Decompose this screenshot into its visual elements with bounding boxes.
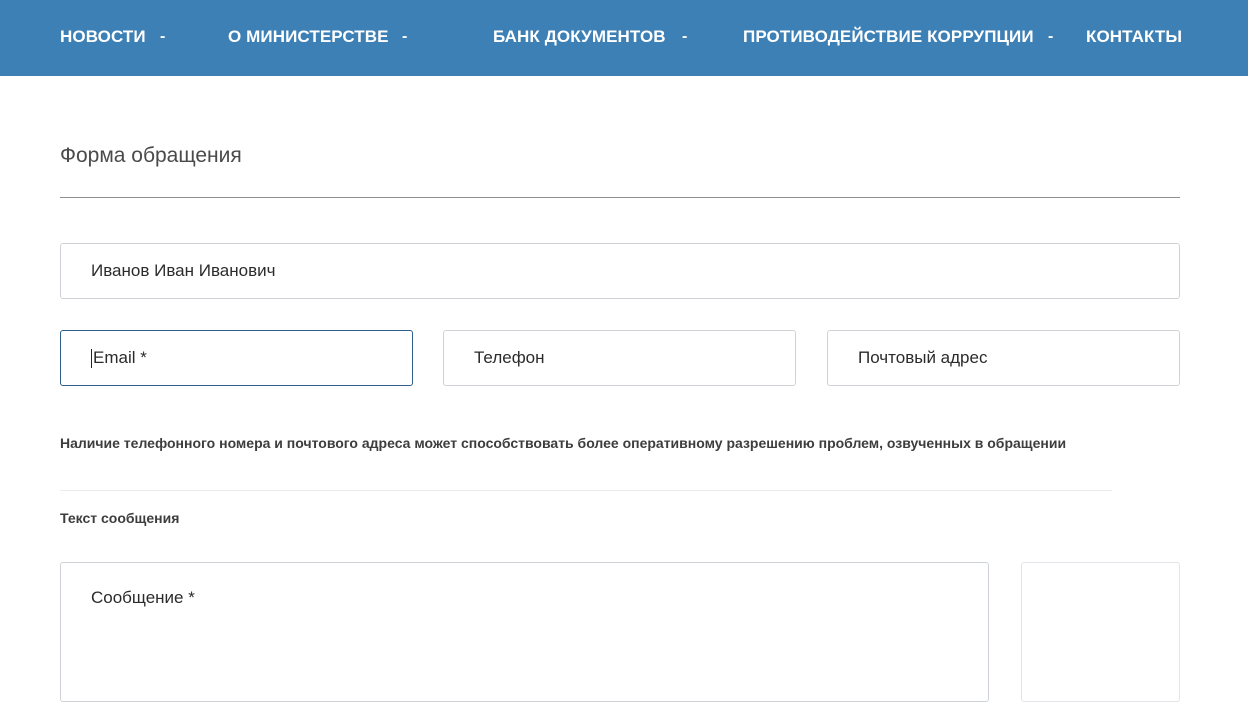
phone-placeholder: Телефон [474,348,545,367]
email-input-content: Email * [91,348,147,368]
chevron-down-icon[interactable]: - [160,25,165,49]
nav-item-label: КОНТАКТЫ [1086,27,1183,46]
chevron-down-icon[interactable]: - [402,25,407,49]
address-field[interactable]: Почтовый адрес [827,330,1180,386]
nav-item-news[interactable]: НОВОСТИ [60,25,146,49]
nav-item-label: ПРОТИВОДЕЙСТВИЕ КОРРУПЦИИ [743,27,1034,46]
fullname-value: Иванов Иван Иванович [91,261,276,280]
address-placeholder: Почтовый адрес [858,348,988,367]
nav-item-contacts[interactable]: КОНТАКТЫ [1086,25,1182,49]
side-panel [1021,562,1180,702]
email-placeholder: Email * [93,348,147,367]
chevron-down-icon[interactable]: - [682,25,687,49]
nav-item-anticorruption[interactable]: ПРОТИВОДЕЙСТВИЕ КОРРУПЦИИ [743,25,1034,49]
fullname-field[interactable]: Иванов Иван Иванович [60,243,1180,299]
phone-field[interactable]: Телефон [443,330,796,386]
nav-item-ministry[interactable]: О МИНИСТЕРСТВЕ [228,25,389,49]
nav-item-label: НОВОСТИ [60,27,146,46]
nav-item-documents[interactable]: БАНК ДОКУМЕНТОВ [493,25,666,49]
message-placeholder: Сообщение * [91,588,195,607]
title-divider [60,197,1180,198]
contact-note: Наличие телефонного номера и почтового а… [60,435,1067,451]
chevron-down-icon[interactable]: - [1048,25,1053,49]
nav-item-label: БАНК ДОКУМЕНТОВ [493,27,666,46]
nav-item-label: О МИНИСТЕРСТВЕ [228,27,389,46]
section-divider [60,490,1112,491]
page-title: Форма обращения [60,144,242,167]
message-textarea[interactable]: Сообщение * [60,562,989,702]
message-section-label: Текст сообщения [60,510,180,526]
text-cursor [91,348,92,368]
top-navigation: НОВОСТИ - О МИНИСТЕРСТВЕ - БАНК ДОКУМЕНТ… [0,0,1248,76]
email-field[interactable]: Email * [60,330,413,386]
